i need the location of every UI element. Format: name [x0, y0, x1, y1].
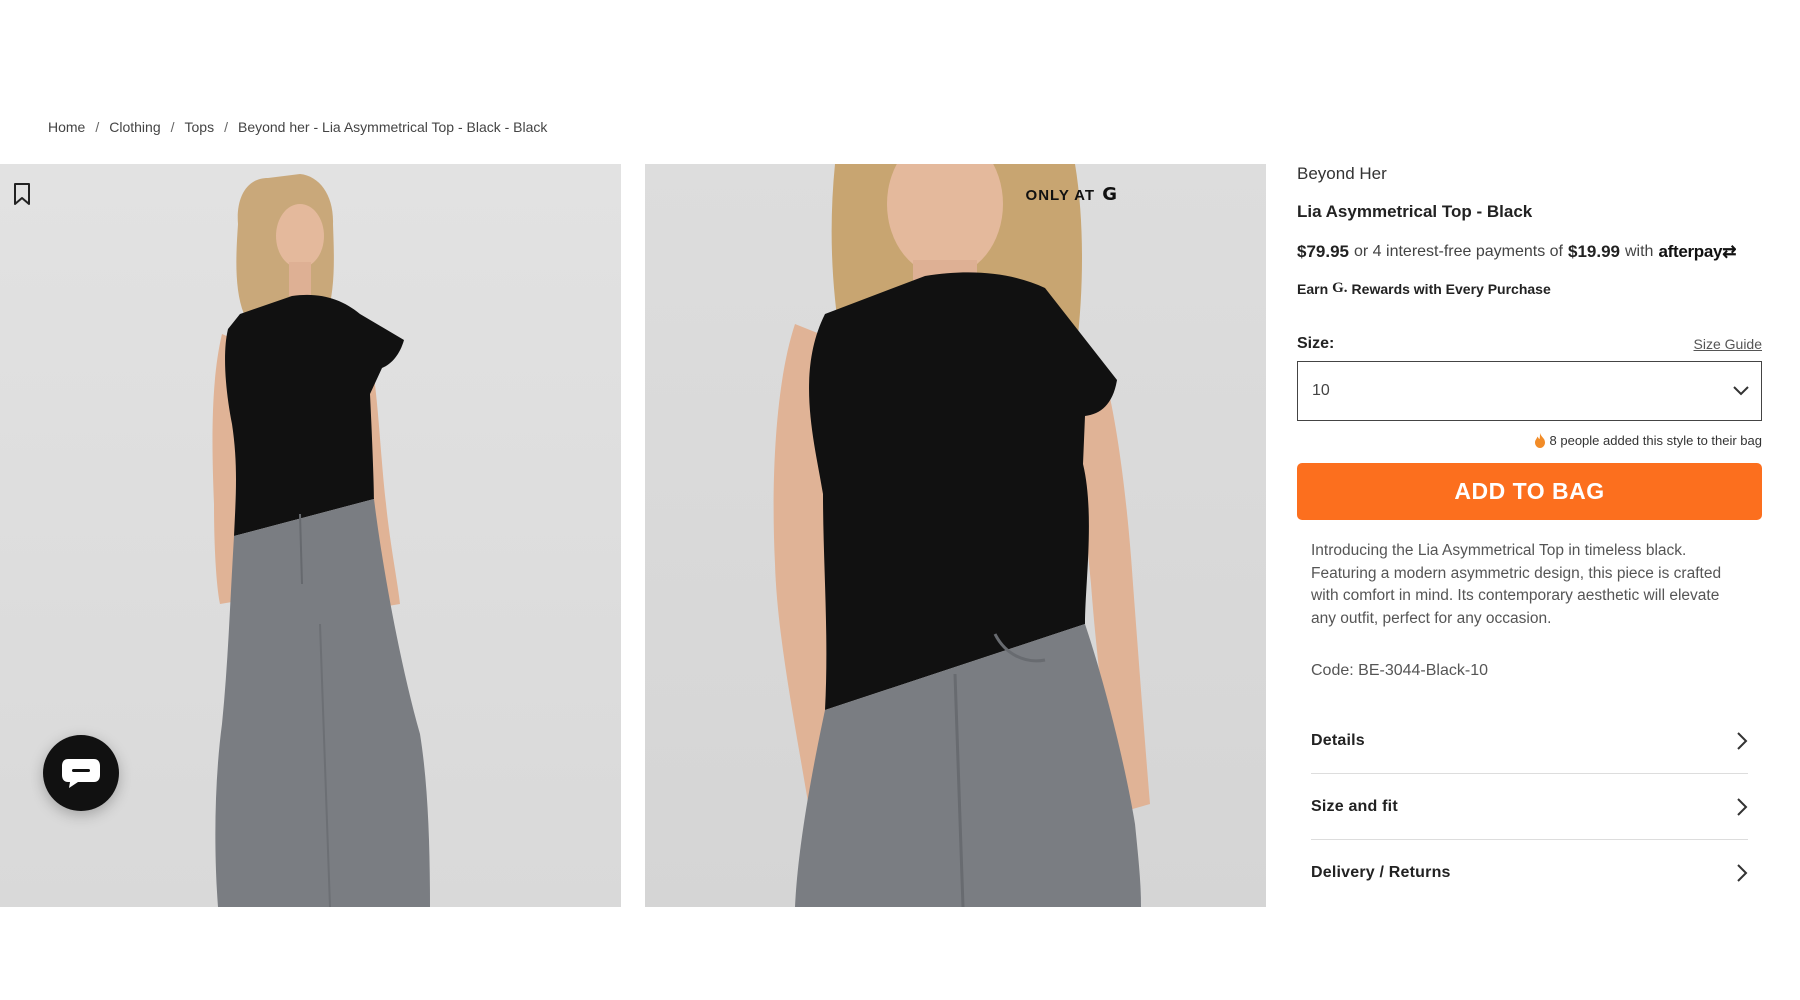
chevron-right-icon [1737, 797, 1748, 816]
breadcrumb-clothing[interactable]: Clothing [109, 119, 160, 135]
accordion: Details Size and fit Delivery / Returns [1297, 708, 1762, 906]
chevron-right-icon [1737, 731, 1748, 750]
fire-icon [1534, 433, 1545, 448]
product-code: Code: BE-3044-Black-10 [1311, 662, 1488, 679]
breadcrumb: Home / Clothing / Tops / Beyond her - Li… [48, 119, 547, 135]
accordion-size-fit[interactable]: Size and fit [1311, 774, 1748, 840]
brand-g-icon: 𝗚 [1102, 184, 1118, 204]
installment-text: or 4 interest-free payments of [1354, 243, 1563, 260]
afterpay-icon: ⇄ [1722, 242, 1737, 261]
product-image-closeup[interactable]: ONLY AT 𝗚 [645, 164, 1266, 907]
model-illustration-closeup [773, 164, 1150, 907]
accordion-label: Details [1311, 731, 1365, 749]
installment-with: with [1624, 243, 1654, 260]
size-row: Size: Size Guide [1297, 335, 1762, 353]
product-brand[interactable]: Beyond Her [1297, 164, 1762, 184]
accordion-details[interactable]: Details [1311, 708, 1748, 774]
product-title: Lia Asymmetrical Top - Black [1297, 202, 1533, 221]
chat-bubble-icon [62, 759, 100, 788]
size-select[interactable]: 10 [1297, 361, 1762, 421]
chat-button[interactable] [43, 735, 119, 811]
product-price: $79.95 [1297, 242, 1349, 261]
breadcrumb-current: Beyond her - Lia Asymmetrical Top - Blac… [237, 119, 548, 135]
product-description: Introducing the Lia Asymmetrical Top in … [1311, 542, 1722, 627]
size-label: Size: [1297, 335, 1335, 352]
installment-price: $19.99 [1567, 242, 1620, 261]
add-to-bag-button[interactable]: ADD TO BAG [1297, 463, 1762, 520]
brand-g-icon: G. [1332, 280, 1348, 296]
breadcrumb-home[interactable]: Home [48, 119, 85, 135]
rewards-text: Rewards with Every Purchase [1351, 280, 1551, 297]
rewards-line: Earn G. Rewards with Every Purchase [1297, 280, 1762, 297]
only-at-badge: ONLY AT 𝗚 [1025, 184, 1118, 204]
product-info-panel: Beyond Her Lia Asymmetrical Top - Black … [1297, 164, 1762, 906]
breadcrumb-separator: / [170, 119, 175, 135]
accordion-label: Delivery / Returns [1311, 864, 1451, 881]
price-line: $79.95 or 4 interest-free payments of $1… [1297, 242, 1762, 262]
breadcrumb-separator: / [224, 119, 228, 135]
social-proof-text: 8 people added this style to their bag [1549, 433, 1762, 448]
size-select-value: 10 [1312, 382, 1330, 399]
rewards-earn-text: Earn [1297, 280, 1329, 297]
breadcrumb-tops[interactable]: Tops [185, 119, 215, 135]
accordion-delivery-returns[interactable]: Delivery / Returns [1311, 840, 1748, 906]
breadcrumb-separator: / [95, 119, 100, 135]
accordion-label: Size and fit [1311, 797, 1398, 815]
chevron-right-icon [1737, 864, 1748, 882]
social-proof: 8 people added this style to their bag [1297, 433, 1762, 448]
size-guide-link[interactable]: Size Guide [1694, 336, 1762, 352]
afterpay-logo[interactable]: afterpay⇄ [1658, 242, 1736, 262]
chevron-down-icon [1733, 386, 1749, 396]
bookmark-icon[interactable] [12, 182, 32, 206]
